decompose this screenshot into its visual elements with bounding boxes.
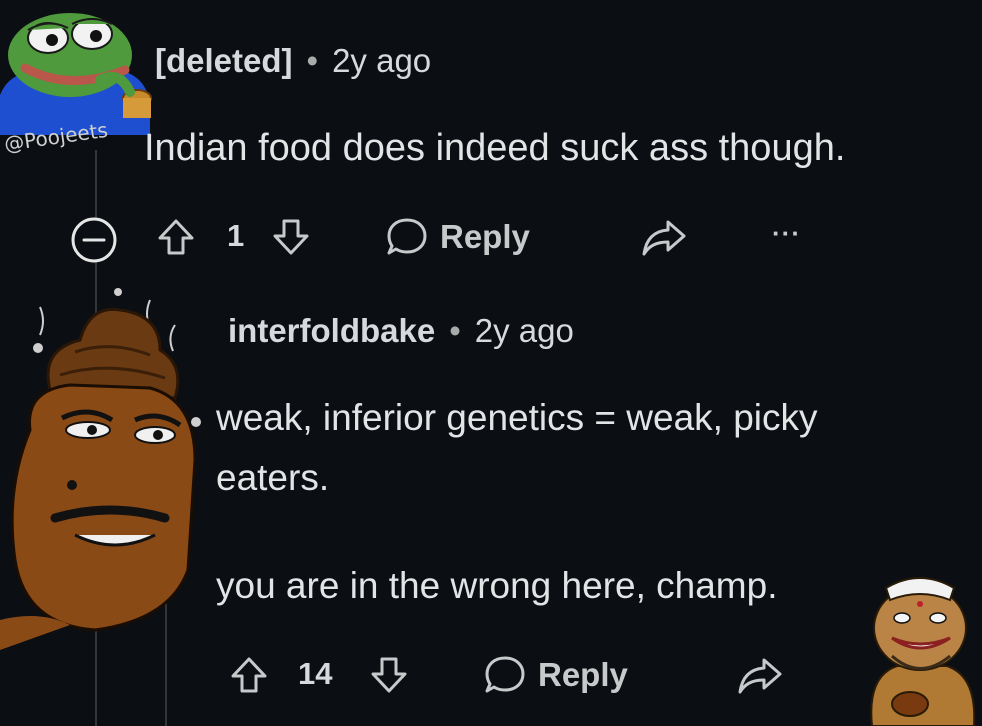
reply-button[interactable]: Reply — [482, 652, 628, 698]
reply-button[interactable]: Reply — [384, 214, 530, 260]
meta-separator: • — [449, 312, 461, 349]
avatar-wojak — [0, 280, 212, 650]
comment-1-timestamp: 2y ago — [332, 42, 432, 79]
share-button[interactable] — [736, 654, 784, 696]
meta-separator: • — [306, 42, 319, 79]
share-arrow-icon — [642, 220, 686, 256]
reply-label: Reply — [440, 218, 530, 255]
arrow-down-icon — [273, 219, 309, 255]
arrow-up-icon — [158, 219, 194, 255]
thread-line-main — [95, 150, 97, 220]
comment-1-author[interactable]: [deleted] — [155, 42, 293, 80]
speech-bubble-icon — [387, 218, 427, 255]
comment-2-body-line-1: weak, inferior genetics = weak, picky — [216, 397, 818, 438]
speech-bubble-icon — [485, 656, 525, 693]
minus-circle-icon — [71, 217, 117, 263]
comment-2-timestamp: 2y ago — [474, 312, 574, 349]
comment-2-meta: interfoldbake • 2y ago — [228, 312, 574, 350]
upvote-button[interactable] — [155, 216, 197, 258]
collapse-button[interactable] — [68, 214, 120, 266]
share-arrow-icon — [738, 658, 782, 694]
downvote-button[interactable] — [368, 654, 410, 696]
arrow-up-icon — [231, 657, 267, 693]
corner-sticker — [852, 566, 982, 726]
comment-2-author[interactable]: interfoldbake — [228, 312, 435, 350]
vote-count: 14 — [298, 656, 333, 691]
upvote-button[interactable] — [228, 654, 270, 696]
more-options-button[interactable]: ··· — [772, 218, 801, 249]
comment-1-body: Indian food does indeed suck ass though. — [144, 127, 846, 169]
avatar-pepe — [0, 0, 160, 135]
comment-1-meta: [deleted] • 2y ago — [155, 42, 431, 80]
downvote-button[interactable] — [270, 216, 312, 258]
share-button[interactable] — [640, 216, 688, 258]
arrow-down-icon — [371, 657, 407, 693]
comment-2-body-line-2: eaters. — [216, 457, 330, 498]
vote-count: 1 — [227, 218, 245, 253]
reply-label: Reply — [538, 656, 628, 693]
